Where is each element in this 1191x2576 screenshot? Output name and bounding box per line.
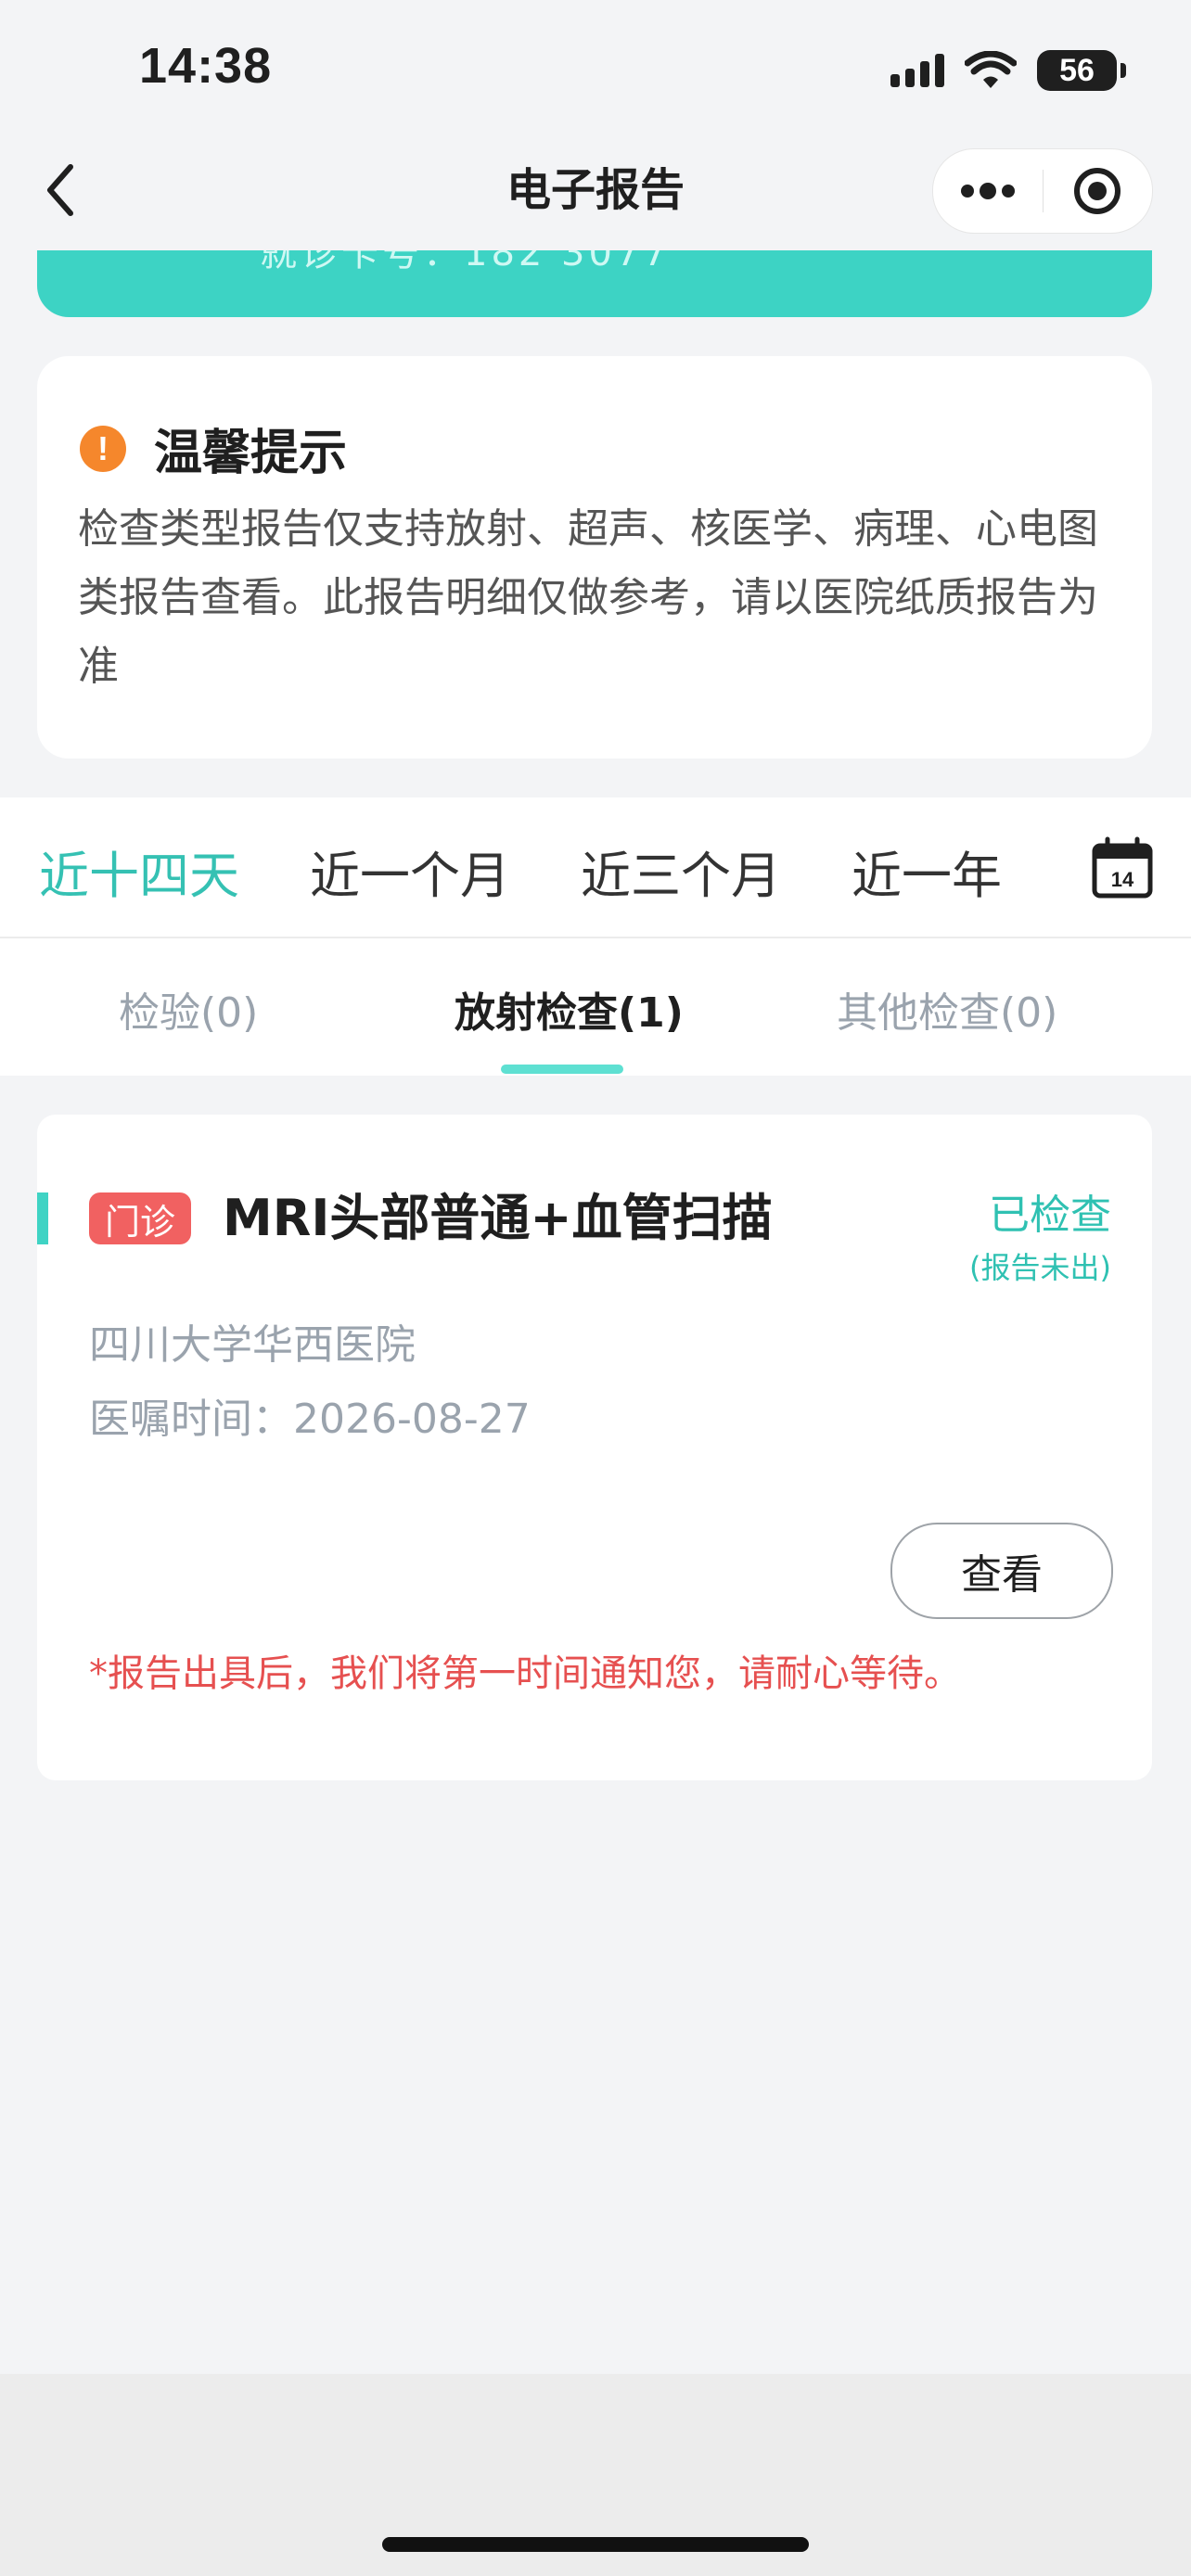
report-card[interactable]: 门诊 MRI头部普通+血管扫描 已检查 (报告未出) 四川大学华西医院 医嘱时间…	[37, 1115, 1152, 1780]
home-indicator[interactable]	[382, 2537, 809, 2552]
battery-level: 56	[1059, 52, 1095, 88]
view-report-button[interactable]: 查看	[890, 1523, 1113, 1619]
report-notice: *报告出具后，我们将第一时间通知您，请耐心等待。	[89, 1652, 961, 1695]
close-program-button[interactable]	[1044, 149, 1153, 233]
calendar-icon[interactable]: 14	[1091, 836, 1154, 899]
status-time: 14:38	[139, 38, 273, 94]
tab-other-exams[interactable]: 其他检查(0)	[837, 979, 1057, 1039]
tip-body: 检查类型报告仅支持放射、超声、核医学、病理、心电图类报告查看。此报告明细仅做参考…	[78, 505, 1098, 690]
tab-radiology[interactable]: 放射检查(1)	[455, 979, 684, 1039]
report-status: 已检查	[989, 1192, 1111, 1239]
patient-card-number: 就诊卡号：182 3077	[260, 250, 671, 274]
order-time: 医嘱时间：2026-08-27	[89, 1396, 531, 1443]
battery-icon: 56	[1037, 50, 1126, 91]
outpatient-badge: 门诊	[89, 1192, 191, 1244]
date-filter-bar: 近十四天 近一个月 近三个月 近一年 14	[0, 797, 1191, 938]
date-filter-1-year[interactable]: 近一年	[852, 835, 1002, 908]
tab-lab-tests[interactable]: 检验(0)	[119, 979, 258, 1039]
report-status-sub: (报告未出)	[969, 1250, 1111, 1285]
tab-active-indicator	[501, 1065, 623, 1074]
date-filter-1-month[interactable]: 近一个月	[310, 835, 510, 908]
report-title: MRI头部普通+血管扫描	[223, 1189, 773, 1247]
card-accent-bar	[37, 1192, 48, 1244]
date-filter-3-months[interactable]: 近三个月	[581, 835, 781, 908]
patient-card[interactable]: 就诊卡号：182 3077	[37, 250, 1152, 317]
tip-card: ! 温馨提示 检查类型报告仅支持放射、超声、核医学、病理、心电图类报告查看。此报…	[37, 356, 1152, 759]
more-button[interactable]	[933, 149, 1043, 233]
signal-icon	[890, 54, 944, 87]
tip-title: 温馨提示	[154, 426, 348, 481]
calendar-day: 14	[1111, 868, 1134, 891]
category-tabs: 检验(0) 放射检查(1) 其他检查(0)	[0, 938, 1191, 1076]
more-dots-icon	[960, 183, 1015, 199]
mini-program-capsule	[932, 148, 1153, 234]
target-circle-icon	[1074, 168, 1121, 214]
date-filter-14-days[interactable]: 近十四天	[39, 835, 239, 908]
tip-header: ! 温馨提示	[80, 414, 347, 483]
wifi-icon	[965, 51, 1017, 88]
warning-icon: !	[80, 425, 126, 472]
hospital-name: 四川大学华西医院	[89, 1321, 416, 1369]
status-icons: 56	[890, 45, 1126, 96]
